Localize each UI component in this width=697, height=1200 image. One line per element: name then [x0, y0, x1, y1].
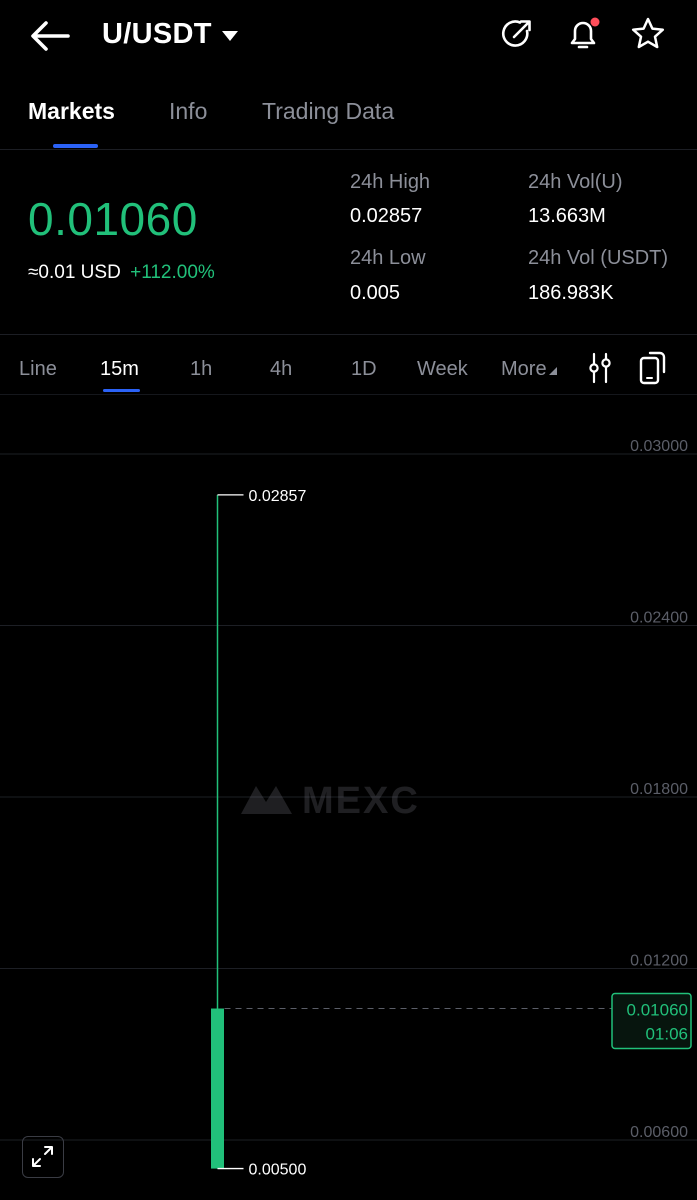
pair-selector[interactable]: U/USDT [102, 18, 238, 51]
active-tab-indicator [53, 144, 98, 148]
vol-usdt-value: 186.983K [528, 282, 614, 304]
y-tick-label: 0.03000 [630, 438, 688, 455]
corner-triangle-icon [548, 367, 557, 375]
high-value: 0.02857 [350, 205, 423, 227]
last-price-tag-value: 0.01060 [627, 1001, 688, 1020]
divider [0, 394, 697, 395]
bell-icon[interactable] [563, 14, 603, 54]
landscape-icon[interactable] [638, 350, 668, 391]
tab-trading-data[interactable]: Trading Data [262, 98, 394, 125]
mexc-logo-icon [241, 786, 292, 814]
share-icon[interactable] [497, 14, 537, 54]
usd-price: ≈0.01 USD +112.00% [28, 262, 215, 284]
pair-label: U/USDT [102, 18, 212, 50]
low-marker-label: 0.00500 [249, 1162, 307, 1179]
price-change: +112.00% [130, 262, 215, 283]
usd-value: ≈0.01 USD [28, 262, 121, 283]
high-label: 24h High [350, 171, 431, 193]
tab-info[interactable]: Info [169, 98, 207, 125]
expand-icon [32, 1146, 53, 1167]
divider [0, 149, 697, 150]
active-interval-indicator [103, 389, 140, 392]
interval-line[interactable]: Line [19, 358, 57, 381]
interval-1h[interactable]: 1h [190, 358, 212, 381]
back-arrow-icon[interactable] [28, 16, 72, 56]
interval-more[interactable]: More [501, 358, 557, 381]
vol-usdt-label: 24h Vol (USDT) [528, 247, 669, 269]
caret-down-icon [221, 31, 238, 41]
top-bar: U/USDT [0, 0, 697, 80]
price-chart[interactable]: 0.03000 0.02400 0.01800 0.01200 0.00600 MEXC… [0, 396, 697, 1200]
low-label: 24h Low [350, 247, 426, 269]
watermark-text: MEXC [302, 780, 420, 822]
star-icon[interactable] [628, 14, 668, 54]
interval-1d[interactable]: 1D [351, 358, 377, 381]
mexc-watermark: MEXC [241, 780, 420, 822]
divider [0, 334, 697, 335]
interval-week[interactable]: Week [417, 358, 468, 381]
interval-more-label: More [501, 358, 547, 380]
vol-u-value: 13.663M [528, 205, 606, 227]
notification-dot [590, 17, 600, 27]
vol-u-label: 24h Vol(U) [528, 171, 623, 193]
indicator-settings-icon[interactable] [587, 352, 613, 389]
interval-4h[interactable]: 4h [270, 358, 292, 381]
high-marker-label: 0.02857 [249, 488, 307, 505]
y-tick-label: 0.01200 [630, 953, 688, 970]
y-tick-label: 0.02400 [630, 610, 688, 627]
candle-body [211, 1008, 224, 1169]
fullscreen-button[interactable] [22, 1136, 64, 1178]
interval-15m[interactable]: 15m [100, 358, 139, 381]
last-price: 0.01060 [28, 193, 198, 245]
low-value: 0.005 [350, 282, 401, 304]
countdown-label: 01:06 [645, 1025, 688, 1044]
tab-markets[interactable]: Markets [28, 98, 115, 125]
y-tick-label: 0.00600 [630, 1124, 688, 1141]
y-tick-label: 0.01800 [630, 781, 688, 798]
